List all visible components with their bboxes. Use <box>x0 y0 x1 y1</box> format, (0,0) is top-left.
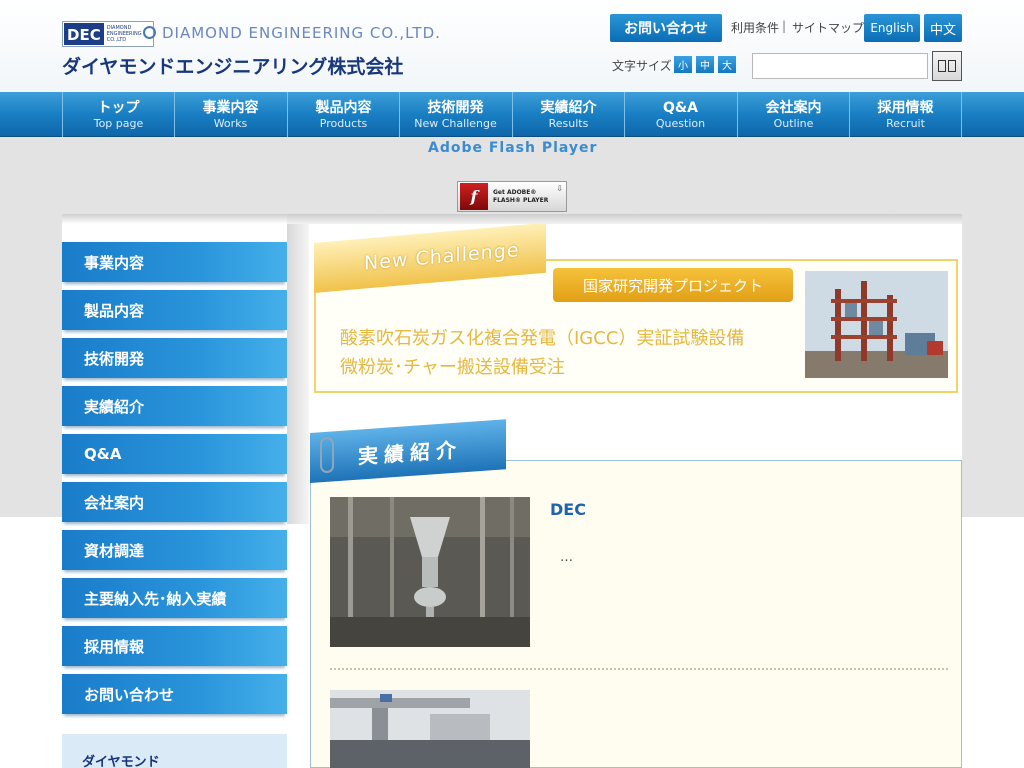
nav-label-en: Outline <box>773 116 814 130</box>
results-divider <box>330 668 948 670</box>
search-button[interactable] <box>932 51 962 81</box>
sidebar-item-procurement[interactable]: 資材調達 <box>62 530 287 570</box>
nav-item-new-challenge[interactable]: 技術開発 New Challenge <box>399 92 511 137</box>
font-size-small-button[interactable]: 小 <box>674 56 692 73</box>
nav-label-en: Question <box>655 116 706 130</box>
logo-japanese-name[interactable]: ダイヤモンドエンジニアリング株式会社 <box>62 52 403 79</box>
igcc-plant-photo <box>805 271 948 378</box>
sitemap-link[interactable]: サイトマップ <box>792 19 864 36</box>
sidebar-top-shadow <box>62 214 287 224</box>
nav-label-jp: 採用情報 <box>877 99 934 116</box>
search-glyph-icon <box>948 60 956 72</box>
nav-label-jp: Q&A <box>663 99 698 116</box>
site-header: DEC DIAMOND ENGINEERING CO.,LTD DIAMOND … <box>0 0 1024 92</box>
logo-mark[interactable]: DEC DIAMOND ENGINEERING CO.,LTD <box>62 21 154 47</box>
sidebar-item-outline[interactable]: 会社案内 <box>62 482 287 522</box>
nav-label-jp: 技術開発 <box>427 99 484 116</box>
sidebar-item-recruit[interactable]: 採用情報 <box>62 626 287 666</box>
nav-label-jp: 会社案内 <box>765 99 822 116</box>
equipment-image <box>330 497 530 647</box>
nav-item-top[interactable]: トップ Top page <box>62 92 174 137</box>
plant-structure-image <box>805 271 948 378</box>
language-english-button[interactable]: English <box>864 14 920 42</box>
main-top-shadow <box>287 214 962 224</box>
download-arrow-icon: ⇩ <box>556 184 563 193</box>
nav-divider <box>961 92 962 137</box>
machinery-image <box>330 690 530 768</box>
font-size-label: 文字サイズ <box>612 59 672 73</box>
nav-label-en: Works <box>213 116 248 130</box>
nav-label-en: Results <box>548 116 589 130</box>
search-input[interactable] <box>752 53 928 79</box>
logo-english-name: DIAMOND ENGINEERING CO.,LTD. <box>162 24 441 42</box>
result-description-1: … <box>560 550 573 565</box>
sidebar-item-products[interactable]: 製品内容 <box>62 290 287 330</box>
search-glyph-icon <box>938 60 946 72</box>
sidebar-item-technology[interactable]: 技術開発 <box>62 338 287 378</box>
link-separator: | <box>782 19 787 33</box>
sidebar-item-clients[interactable]: 主要納入先･納入実績 <box>62 578 287 618</box>
flash-logo-icon: f <box>460 183 488 210</box>
logo-mark-text: DEC <box>64 23 104 45</box>
sidebar-item-qa[interactable]: Q&A <box>62 434 287 474</box>
get-flash-player-button[interactable]: f Get ADOBE® FLASH® PLAYER ⇩ <box>457 181 567 212</box>
flash-badge-text: Get ADOBE® FLASH® PLAYER <box>493 189 548 205</box>
sidebar-item-results[interactable]: 実績紹介 <box>62 386 287 426</box>
new-challenge-headline-2: 微粉炭･チャー搬送設備受注 <box>340 357 565 378</box>
new-challenge-ribbon-text: New Challenge <box>364 239 520 275</box>
main-left-shadow <box>287 224 309 524</box>
nav-item-question[interactable]: Q&A Question <box>624 92 736 137</box>
nav-label-en: New Challenge <box>414 116 497 130</box>
sidebar-item-works[interactable]: 事業内容 <box>62 242 287 282</box>
paperclip-icon <box>320 437 334 473</box>
new-challenge-headline-1: 酸素吹石炭ガス化複合発電（IGCC）実証試験設備 <box>340 328 745 349</box>
result-photo-2[interactable] <box>330 690 530 768</box>
nav-item-results[interactable]: 実績紹介 Results <box>512 92 624 137</box>
flash-badge-line2: FLASH® PLAYER <box>493 196 549 204</box>
nav-label-jp: トップ <box>97 99 140 116</box>
nav-item-products[interactable]: 製品内容 Products <box>287 92 399 137</box>
language-chinese-button[interactable]: 中文 <box>924 14 962 42</box>
flash-player-title: Adobe Flash Player <box>428 140 598 156</box>
nav-label-en: Products <box>319 116 368 130</box>
result-title-1[interactable]: DEC <box>550 500 586 519</box>
nav-label-en: Top page <box>93 116 144 130</box>
nav-item-works[interactable]: 事業内容 Works <box>174 92 286 137</box>
result-photo-1[interactable] <box>330 497 530 647</box>
national-project-tag: 国家研究開発プロジェクト <box>553 268 793 302</box>
nav-label-en: Recruit <box>886 116 925 130</box>
results-ribbon-text: 実績紹介 <box>358 436 462 469</box>
nav-label-jp: 実績紹介 <box>540 99 597 116</box>
nav-label-jp: 製品内容 <box>315 99 372 116</box>
nav-label-jp: 事業内容 <box>202 99 259 116</box>
terms-link[interactable]: 利用条件 <box>731 19 779 36</box>
contact-button[interactable]: お問い合わせ <box>610 14 722 42</box>
logo-circle-icon <box>143 26 156 39</box>
main-nav: トップ Top page 事業内容 Works 製品内容 Products 技術… <box>0 92 1024 137</box>
font-size-large-button[interactable]: 大 <box>718 56 736 73</box>
sidebar-item-contact[interactable]: お問い合わせ <box>62 674 287 714</box>
font-size-medium-button[interactable]: 中 <box>696 56 714 73</box>
nav-item-outline[interactable]: 会社案内 Outline <box>737 92 849 137</box>
nav-item-recruit[interactable]: 採用情報 Recruit <box>849 92 961 137</box>
flash-badge-line1: Get ADOBE® <box>493 188 537 196</box>
sidebar-banner-text: ダイヤモンド <box>82 755 160 768</box>
